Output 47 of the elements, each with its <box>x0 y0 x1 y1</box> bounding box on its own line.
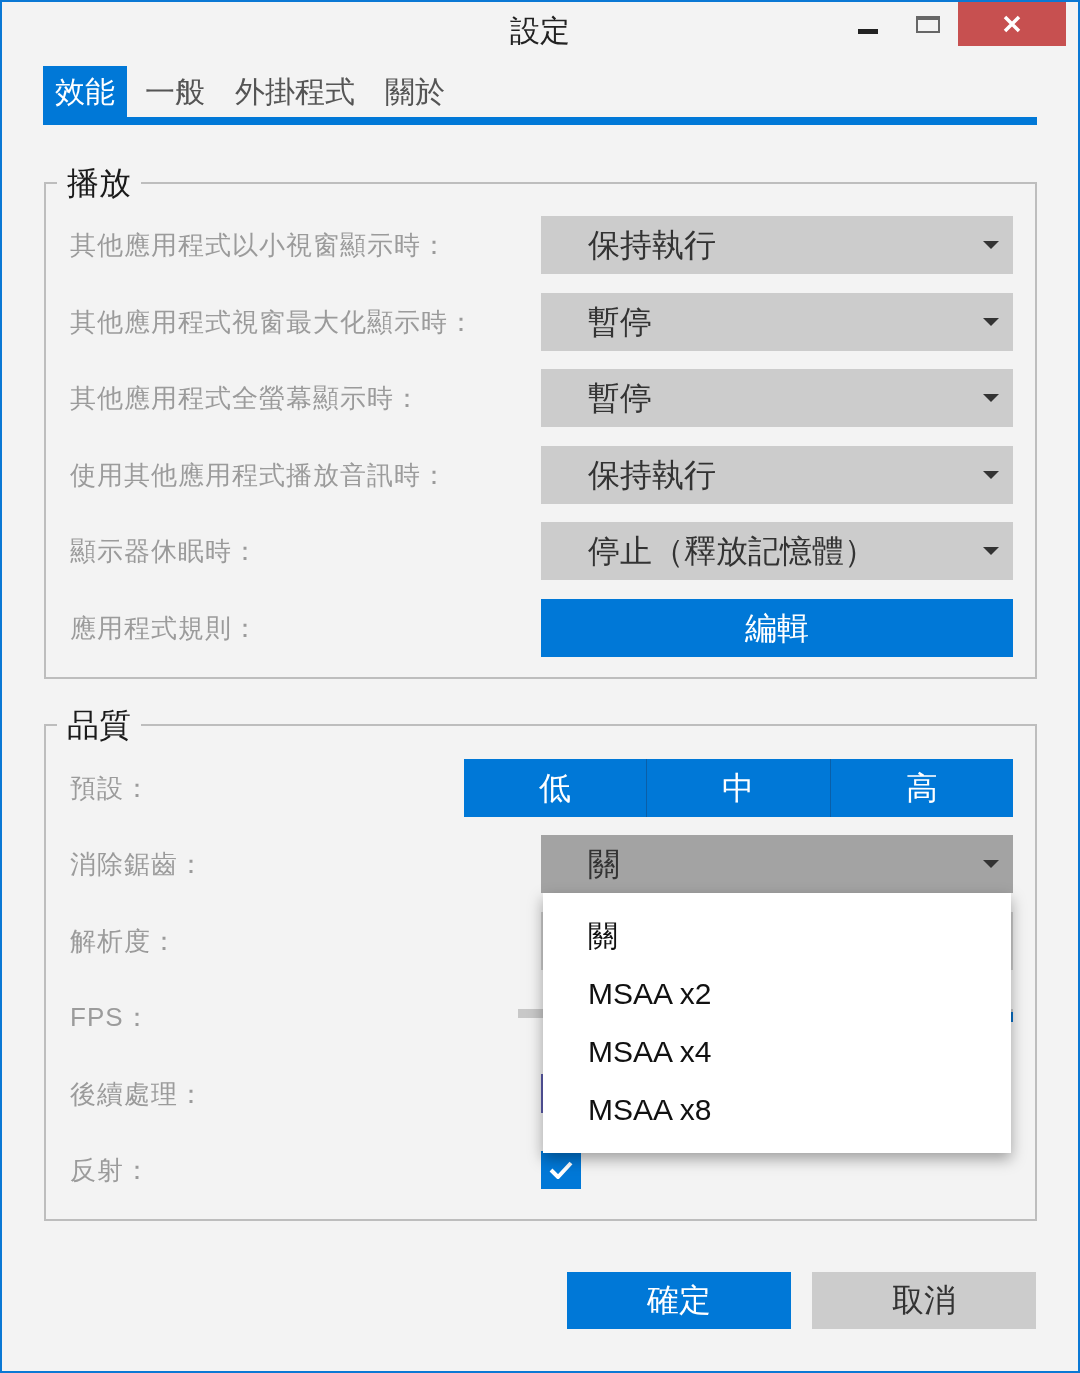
setting-label: 消除鋸齒： <box>70 848 206 881</box>
tab[interactable]: 一般 <box>133 66 217 117</box>
preset-button[interactable]: 中 <box>646 758 830 817</box>
tab[interactable]: 效能 <box>43 66 127 117</box>
menu-item[interactable]: MSAA x2 <box>543 965 1011 1024</box>
dropdown[interactable]: 關 <box>541 835 1013 894</box>
group-title: 品質 <box>66 706 132 743</box>
group-title: 播放 <box>66 165 132 201</box>
checkbox[interactable] <box>541 1150 581 1189</box>
dropdown[interactable]: 暫停 <box>541 369 1013 428</box>
caret-icon <box>983 470 999 479</box>
setting-label: 預設： <box>70 771 152 804</box>
dropdown[interactable]: 保持執行 <box>541 216 1013 274</box>
window-title: 設定 <box>510 13 570 49</box>
setting-label: 其他應用程式以小視窗顯示時： <box>70 229 449 261</box>
setting-label: 解析度： <box>70 924 179 957</box>
ok-button[interactable]: 確定 <box>567 1271 791 1329</box>
caret-icon <box>983 860 999 869</box>
caret-icon <box>983 547 999 556</box>
setting-label: FPS： <box>70 1001 152 1034</box>
setting-label: 應用程式規則： <box>70 611 260 644</box>
dropdown[interactable]: 保持執行 <box>541 445 1013 504</box>
setting-label: 顯示器休眠時： <box>70 535 260 568</box>
setting-label: 其他應用程式全螢幕顯示時： <box>70 382 422 415</box>
close-button[interactable] <box>958 2 1066 46</box>
dropdown[interactable]: 暫停 <box>541 292 1013 351</box>
setting-label: 反射： <box>70 1153 152 1186</box>
menu-item[interactable]: 關 <box>543 907 1011 966</box>
preset-button[interactable]: 高 <box>829 758 1013 817</box>
close-icon <box>1003 15 1021 33</box>
setting-label: 後續處理： <box>70 1077 206 1110</box>
cancel-button[interactable]: 取消 <box>812 1271 1036 1329</box>
check-icon <box>549 1160 573 1179</box>
edit-button[interactable]: 編輯 <box>541 598 1013 657</box>
setting-label: 其他應用程式視窗最大化顯示時： <box>70 305 476 338</box>
menu-item[interactable]: MSAA x4 <box>543 1023 1011 1082</box>
caret-icon <box>983 241 999 249</box>
tab[interactable]: 關於 <box>373 66 457 117</box>
setting-label: 使用其他應用程式播放音訊時： <box>70 458 449 491</box>
caret-icon <box>983 317 999 326</box>
preset-button[interactable]: 低 <box>464 758 647 817</box>
dropdown[interactable]: 停止（釋放記憶體） <box>541 522 1013 581</box>
caret-icon <box>983 394 999 403</box>
menu-item[interactable]: MSAA x8 <box>543 1081 1011 1140</box>
maximize-icon <box>916 15 940 33</box>
minimize-icon <box>858 29 878 34</box>
tab[interactable]: 外掛程式 <box>223 66 367 117</box>
